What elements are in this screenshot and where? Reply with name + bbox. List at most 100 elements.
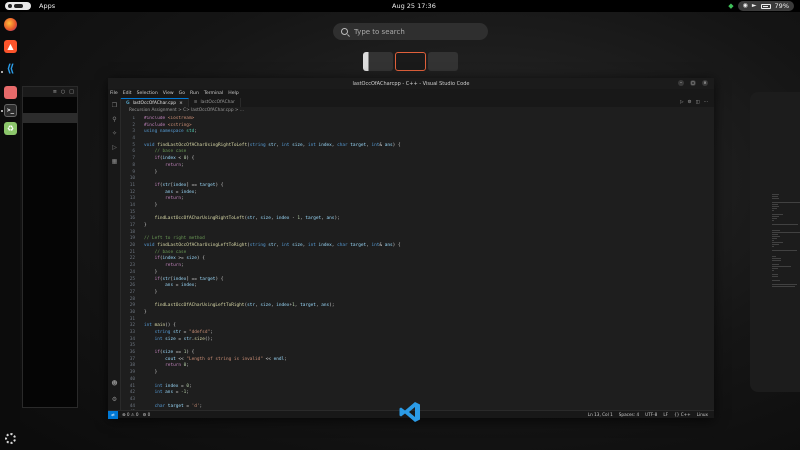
code-line[interactable]: 16 findLastOccOfACharUsingRightToLeft(st… [121,216,666,223]
terminal-window[interactable]: ≡ ○ □ [22,86,78,408]
code-line[interactable]: 4 [121,136,666,143]
close-icon[interactable]: × [702,80,708,86]
run-debug-icon[interactable]: ▷ [111,144,118,151]
code-line[interactable]: 37 cout << "Length of string is invalid"… [121,357,666,364]
code-line[interactable]: 40 [121,377,666,384]
code-line[interactable]: 1 #include <iostream> [121,116,666,123]
platform[interactable]: Linux [697,412,708,417]
code-line[interactable]: 10 [121,176,666,183]
tab-lastoccofachar[interactable]: ≡ lastOccOfAChar [189,98,241,107]
gear-icon[interactable]: ⚙ [111,396,118,403]
copy-icon[interactable]: □ [69,89,74,95]
language-mode[interactable]: {} C++ [674,412,691,417]
minimize-icon[interactable]: – [678,80,684,86]
files-icon[interactable] [4,86,17,99]
menu-terminal[interactable]: Terminal [204,91,223,96]
code-line[interactable]: 22 if(index >= size) { [121,256,666,263]
menu-file[interactable]: File [110,91,118,96]
window-titlebar[interactable]: lastOccOfACharcpp - C++ - Visual Studio … [108,78,714,89]
menu-icon[interactable]: ≡ [53,89,57,95]
code-editor[interactable]: 1 #include <iostream> 2 #include <cstring> 3… [121,116,666,410]
workspace-thumbnail[interactable] [428,52,458,71]
source-control-icon[interactable]: ✧ [111,130,118,137]
tab-lastoccofachar-cpp[interactable]: G lastOccOfAChar.cpp × [121,98,189,107]
code-line[interactable]: 39 } [121,370,666,377]
cursor-position[interactable]: Ln 13, Col 1 [588,412,613,417]
trash-icon[interactable]: ♻ [4,122,17,135]
code-line[interactable]: 8 return; [121,163,666,170]
code-line[interactable]: 25 if(str[index] == target) { [121,277,666,284]
split-editor-icon[interactable]: ◫ [695,100,699,105]
vscode-icon[interactable]: ⟪ [4,62,17,75]
breadcrumb[interactable]: Recursion Assignment > C> lastOccOfAChar… [121,107,714,115]
code-line[interactable]: 26 ans = index; [121,283,666,290]
code-line[interactable]: 30} [121,310,666,317]
search-icon[interactable]: ⚲ [111,116,118,123]
code-line[interactable]: 23 return; [121,263,666,270]
code-line[interactable]: 2 #include <cstring> [121,123,666,130]
code-line[interactable]: 43 [121,397,666,404]
code-line[interactable]: 7 if(index < 0) { [121,156,666,163]
code-line[interactable]: 41 int index = 0; [121,384,666,391]
code-line[interactable]: 27 } [121,290,666,297]
vscode-window[interactable]: lastOccOfACharcpp - C++ - Visual Studio … [108,78,800,419]
search-input[interactable]: Type to search [333,23,488,40]
show-apps-icon[interactable] [5,433,16,444]
brave-browser-icon[interactable]: ▲ [4,40,17,53]
minimap[interactable] [772,194,800,287]
extensions-icon[interactable]: ▦ [111,158,118,165]
indentation[interactable]: Spaces: 4 [619,412,639,417]
ports-indicator[interactable]: ⚙ 0 [143,412,151,417]
maximize-icon[interactable]: □ [690,80,696,86]
shield-icon[interactable]: ◆ [728,2,733,10]
code-line[interactable]: 3 using namespace std; [121,129,666,136]
close-tab-icon[interactable]: × [179,101,183,106]
search-icon[interactable]: ○ [61,89,65,95]
menu-selection[interactable]: Selection [137,91,158,96]
minimap-line [772,194,779,195]
account-icon[interactable]: ☻ [111,380,118,387]
workspace-thumbnail-active[interactable] [395,52,426,71]
line-ending[interactable]: LF [663,412,668,417]
code-line[interactable]: 35 [121,343,666,350]
code-line[interactable]: 36 if(size == 1) { [121,350,666,357]
run-icon[interactable]: ▷ [680,100,683,105]
code-line[interactable]: 34 int size = str.size(); [121,337,666,344]
vscode-app-icon[interactable] [398,400,422,424]
menu-go[interactable]: Go [179,91,185,96]
code-line[interactable]: 38 return 0; [121,363,666,370]
code-line[interactable]: 5 void findLastOccOfACharUsingRightToLeft… [121,143,666,150]
explorer-icon[interactable]: ❐ [111,102,118,109]
system-menu-button[interactable]: ◉ ► 79% [737,1,794,11]
encoding[interactable]: UTF-8 [645,412,657,417]
settings-gear-icon[interactable]: ⚙ [688,100,692,105]
terminal-icon[interactable]: >_ [4,104,17,117]
clock[interactable]: Aug 25 17:36 [392,2,436,10]
code-line[interactable]: 9 } [121,170,666,177]
more-actions-icon[interactable]: ⋯ [704,100,708,105]
remote-indicator[interactable]: ⇄ [108,410,118,419]
code-line[interactable]: 33 string str = "ddefsd"; [121,330,666,337]
code-line[interactable]: 11 if(str[index] == target) { [121,183,666,190]
activities-button[interactable] [5,2,31,10]
menu-run[interactable]: Run [190,91,199,96]
menu-help[interactable]: Help [228,91,238,96]
code-line[interactable]: 20 void findLastOccOfACharUsingLeftToRigh… [121,243,666,250]
code-line[interactable]: 32 int main() { [121,323,666,330]
line-text: int main() { [144,323,176,329]
code-line[interactable]: 17} [121,223,666,230]
code-line[interactable]: 29 findLastOccOfACharUsingLeftToRight(st… [121,303,666,310]
menu-edit[interactable]: Edit [123,91,132,96]
workspace-thumbnail[interactable] [363,52,393,71]
code-line[interactable]: 6 // base case [121,149,666,156]
code-line[interactable]: 12 ans = index; [121,190,666,197]
code-line[interactable]: 13 return; [121,196,666,203]
problems-indicator[interactable]: ⊗ 0 ⚠ 0 [122,412,139,417]
apps-button[interactable]: Apps [39,2,55,10]
firefox-icon[interactable] [4,18,17,31]
code-line[interactable]: 31 [121,317,666,324]
menu-view[interactable]: View [163,91,174,96]
code-line[interactable]: 24 } [121,270,666,277]
code-line[interactable]: 14 } [121,203,666,210]
code-line[interactable]: 42 int ans = -1; [121,390,666,397]
